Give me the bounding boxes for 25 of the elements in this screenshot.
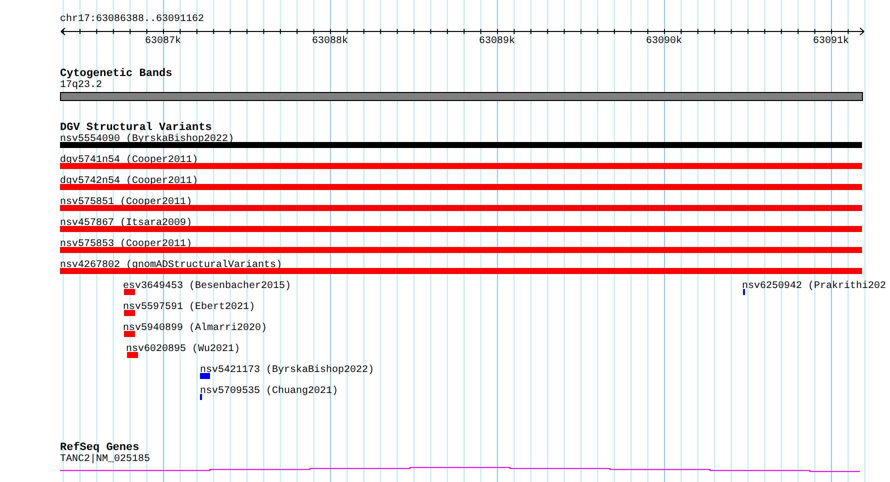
variant-label: nsv6020895 (Wu2021) bbox=[126, 345, 240, 355]
variant-label: nsv5554090 (ByrskaBishop2022) bbox=[60, 135, 234, 145]
tick-label: 63090k bbox=[646, 37, 682, 47]
range-label: chr17:63086388..63091162 bbox=[60, 15, 204, 25]
tick-label: 63091k bbox=[813, 37, 850, 47]
variant-label: nsv575851 (Cooper2011) bbox=[60, 198, 192, 208]
track-title: Cytogenetic Bands bbox=[60, 69, 172, 80]
variant-label: nsv5421173 (ByrskaBishop2022) bbox=[200, 366, 374, 376]
tick-label: 63089k bbox=[479, 37, 516, 47]
variant-label: nsv457867 (Itsara2009) bbox=[60, 219, 192, 229]
variant-label: nsv5940899 (Almarri2020) bbox=[123, 324, 268, 334]
track-title: DGV Structural Variants bbox=[60, 123, 212, 134]
variant-label: nsv4267802 (gnomADStructuralVariants) bbox=[60, 261, 282, 271]
variant-label: nsv5597591 (Ebert2021) bbox=[123, 303, 256, 313]
variant-label: dgv5741n54 (Cooper2011) bbox=[60, 156, 198, 166]
track-title: RefSeq Genes bbox=[60, 443, 140, 454]
tick-label: 63088k bbox=[312, 37, 348, 47]
variant-label: dgv5742n54 (Cooper2011) bbox=[60, 177, 198, 187]
variant-label: esv3649453 (Besenbacher2015) bbox=[123, 282, 292, 292]
gene-label: TANC2|NM_025185 bbox=[60, 455, 150, 465]
tick-label: 63087k bbox=[145, 37, 182, 47]
variant-label: nsv6250942 (Prakrithi202 bbox=[742, 282, 886, 292]
variant-label: nsv575853 (Cooper2011) bbox=[60, 240, 192, 250]
variant-label: nsv5709535 (Chuang2021) bbox=[200, 387, 338, 397]
band-label: 17q23.2 bbox=[60, 81, 102, 91]
